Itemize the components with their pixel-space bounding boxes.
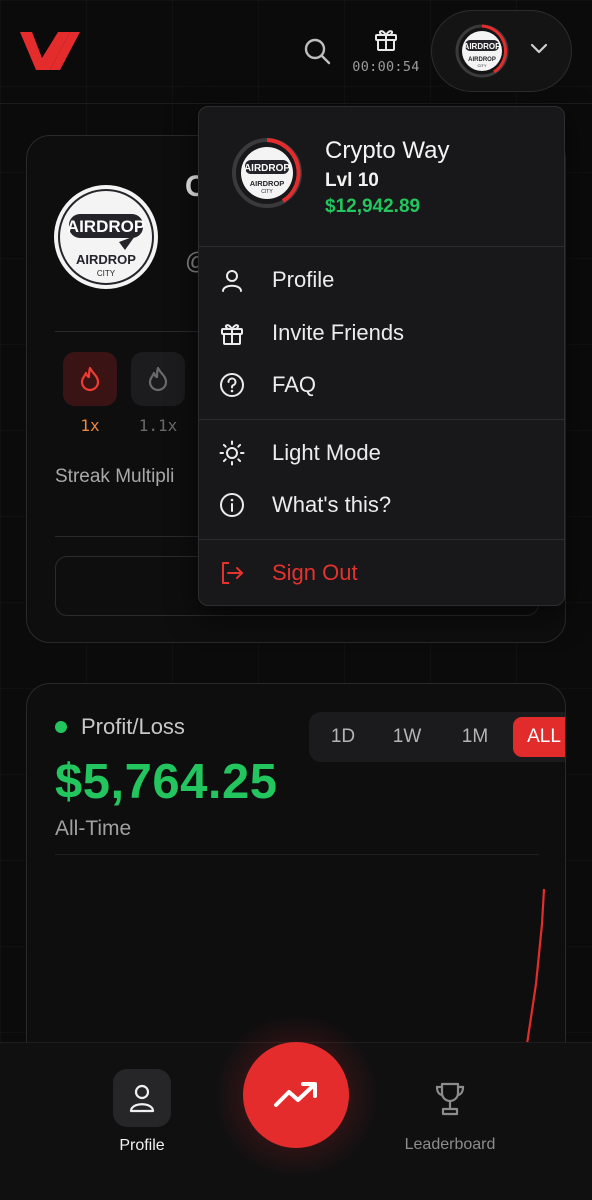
- trade-fab-button[interactable]: [243, 1042, 349, 1148]
- sign-out-icon: [222, 562, 243, 584]
- multiplier-1-1x[interactable]: 1.1x: [131, 352, 185, 435]
- menu-item-invite-friends[interactable]: Invite Friends: [199, 310, 564, 356]
- menu-item-sign-out[interactable]: Sign Out: [199, 550, 564, 596]
- user-name: Crypto Way: [325, 137, 450, 164]
- nav-profile[interactable]: Profile: [100, 1069, 184, 1155]
- user-level: Lvl 10: [325, 170, 379, 191]
- trending-up-icon: [274, 1082, 317, 1107]
- menu-item-light-mode[interactable]: Light Mode: [199, 430, 564, 476]
- trophy-icon: [435, 1082, 465, 1116]
- multiplier-1x[interactable]: 1x: [63, 352, 117, 435]
- flame-icon: [80, 366, 100, 392]
- gift-timer: 00:00:54: [352, 59, 420, 75]
- nav-leaderboard-label: Leaderboard: [404, 1136, 496, 1153]
- nav-leaderboard[interactable]: Leaderboard: [386, 1081, 514, 1154]
- multiplier-label: 1.1x: [138, 416, 178, 435]
- menu-item-whats-this[interactable]: What's this?: [199, 482, 564, 528]
- svg-text:AIRDROP: AIRDROP: [76, 252, 136, 267]
- svg-text:AIRDROP: AIRDROP: [244, 163, 290, 174]
- menu-item-faq[interactable]: FAQ: [199, 362, 564, 408]
- question-circle-icon: [220, 373, 244, 397]
- brand-logo-icon[interactable]: [18, 28, 80, 72]
- gift-icon: [375, 30, 397, 51]
- menu-item-label: What's this?: [272, 492, 392, 517]
- user-icon: [129, 1084, 155, 1113]
- menu-item-label: Sign Out: [272, 560, 358, 585]
- sun-icon: [219, 440, 245, 466]
- svg-text:AIRDROP: AIRDROP: [464, 42, 502, 51]
- profile-avatar: AIRDROP AIRDROP CITY: [54, 185, 158, 289]
- menu-divider: [199, 419, 564, 420]
- menu-item-label: Profile: [272, 267, 335, 292]
- top-header: 00:00:54 AIRDROP AIRDROP CITY: [0, 0, 592, 104]
- streak-multiplier-label: Streak Multipli: [55, 466, 175, 487]
- menu-item-profile[interactable]: Profile: [199, 257, 564, 303]
- svg-text:AIRDROP: AIRDROP: [67, 217, 145, 236]
- menu-item-label: Invite Friends: [272, 320, 405, 345]
- account-dropdown-menu: AIRDROP AIRDROP CITY Crypto Way Lvl 10 $…: [198, 106, 565, 606]
- avatar: AIRDROP AIRDROP CITY: [232, 138, 302, 208]
- nav-profile-label: Profile: [119, 1137, 165, 1154]
- menu-divider: [199, 246, 564, 247]
- chevron-down-icon: [530, 43, 548, 54]
- user-icon: [222, 270, 242, 292]
- menu-divider: [199, 539, 564, 540]
- account-menu-button[interactable]: AIRDROP AIRDROP CITY: [431, 10, 572, 92]
- avatar: AIRDROP AIRDROP CITY: [455, 24, 509, 78]
- info-circle-icon: [220, 493, 244, 517]
- svg-text:CITY: CITY: [97, 269, 116, 278]
- svg-text:AIRDROP: AIRDROP: [250, 179, 285, 188]
- svg-text:CITY: CITY: [477, 63, 486, 68]
- menu-item-label: FAQ: [272, 372, 317, 397]
- gift-icon: [221, 324, 243, 345]
- flame-icon: [148, 366, 168, 392]
- menu-item-label: Light Mode: [272, 440, 381, 465]
- user-balance: $12,942.89: [325, 196, 421, 217]
- search-icon[interactable]: [302, 36, 332, 66]
- svg-text:CITY: CITY: [261, 189, 273, 195]
- daily-gift-button[interactable]: 00:00:54: [346, 26, 426, 82]
- multiplier-label: 1x: [80, 416, 100, 435]
